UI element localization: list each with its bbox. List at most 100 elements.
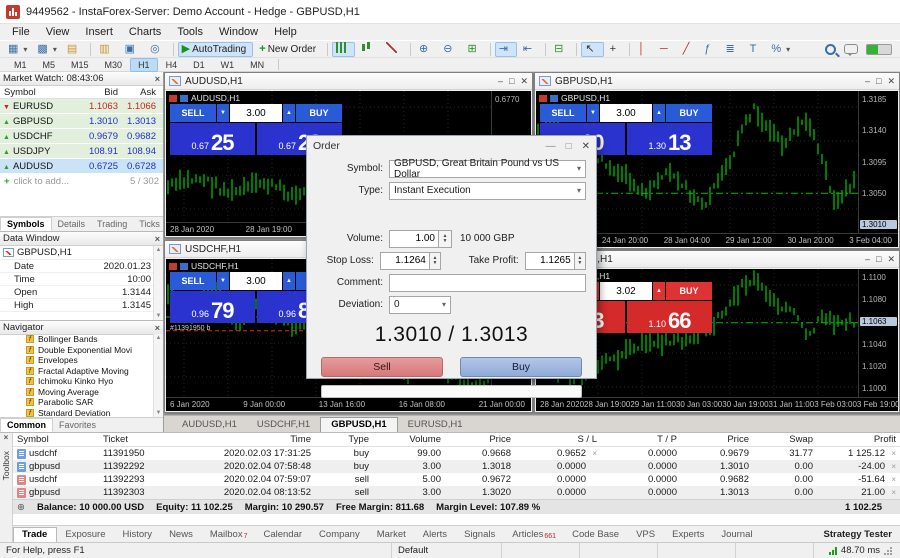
maximize-icon[interactable]: □	[509, 76, 514, 87]
bar-chart-icon[interactable]	[332, 42, 355, 57]
toolbox-tab[interactable]: Signals	[456, 528, 504, 542]
volume-up-icon[interactable]: ▲	[283, 104, 295, 122]
separator[interactable]	[90, 43, 91, 56]
toolbox-tab[interactable]: Journal	[713, 528, 761, 542]
column-header[interactable]: Symbol	[13, 434, 103, 445]
volume-input[interactable]: 3.00	[230, 272, 282, 290]
add-symbol-row[interactable]: + click to add... 5 / 302	[0, 174, 163, 189]
market-watch-tab[interactable]: Symbols	[0, 217, 52, 231]
navigator-item[interactable]: Standard Deviation	[0, 408, 153, 418]
market-watch-tab[interactable]: Details	[52, 218, 92, 230]
chart-tab[interactable]: AUDUSD,H1	[172, 418, 247, 432]
timeframe-button[interactable]: M5	[35, 58, 64, 72]
buy-button[interactable]: BUY	[666, 104, 712, 122]
toolbox-tab[interactable]: Experts	[664, 528, 713, 542]
separator[interactable]	[629, 43, 630, 56]
column-header[interactable]: Price	[677, 434, 749, 445]
market-watch-tab[interactable]: Ticks	[133, 218, 166, 230]
timeframe-button[interactable]: M15	[63, 58, 97, 72]
market-watch-tab[interactable]: Trading	[91, 218, 133, 230]
sell-button[interactable]: SELL	[170, 272, 216, 290]
column-header[interactable]: Price	[441, 434, 511, 445]
volume-up-icon[interactable]: ▲	[283, 272, 295, 290]
minimize-icon[interactable]: —	[546, 141, 556, 152]
sell-button[interactable]: Sell	[321, 357, 443, 377]
deviation-select[interactable]: 0 ▾	[389, 296, 451, 314]
sell-button[interactable]: SELL	[540, 104, 586, 122]
maximize-icon[interactable]: □	[876, 76, 881, 87]
arrange-windows-icon[interactable]: ⊟	[550, 42, 572, 57]
table-row[interactable]: gbpusd 11392303 2020.02.04 08:13:52 sell…	[13, 486, 900, 499]
timeframe-button[interactable]: M1	[6, 58, 35, 72]
toolbox-tab[interactable]: Code Base	[564, 528, 628, 542]
candle-chart-icon[interactable]	[357, 42, 380, 57]
navigator-item[interactable]: Parabolic SAR	[0, 397, 153, 408]
column-header[interactable]: Profit	[813, 434, 900, 445]
profile-selector[interactable]: Default	[392, 543, 502, 558]
timeframe-button[interactable]: H1	[130, 58, 158, 72]
data-window-icon[interactable]: ▣	[121, 42, 144, 57]
signals-icon[interactable]: ◎	[146, 42, 169, 57]
close-icon[interactable]: ×	[155, 323, 160, 333]
fibonacci-icon[interactable]: ƒ	[700, 42, 719, 57]
market-depth-icon[interactable]: ▤	[63, 42, 86, 57]
market-watch-row[interactable]: AUDUSD 0.6725 0.6728	[0, 159, 163, 174]
menu-item[interactable]: Insert	[77, 25, 121, 39]
sell-price[interactable]: 0.6725	[170, 123, 255, 155]
menu-item[interactable]: Help	[266, 25, 305, 39]
close-icon[interactable]: ✕	[887, 76, 895, 87]
navigator-item[interactable]: Double Exponential Movi	[0, 345, 153, 356]
close-icon[interactable]: ✕	[520, 76, 528, 87]
new-order-icon[interactable]: +New Order	[255, 42, 323, 57]
search-icon[interactable]	[825, 44, 836, 55]
order-dialog-titlebar[interactable]: Order — □ ✕	[307, 136, 596, 156]
navigator-item[interactable]: Envelopes	[0, 355, 153, 366]
chart-tab[interactable]: EURUSD,H1	[398, 418, 473, 432]
chart-window-titlebar[interactable]: GBPUSD,H1 –□✕	[535, 73, 899, 90]
market-watch-row[interactable]: EURUSD 1.1063 1.1066	[0, 99, 163, 114]
stop-loss-stepper[interactable]: ▲▼	[430, 252, 441, 270]
close-icon[interactable]: ✕	[887, 254, 895, 265]
separator[interactable]	[327, 43, 328, 56]
close-position-icon[interactable]: ×	[888, 449, 896, 458]
close-icon[interactable]: ×	[0, 433, 12, 442]
navigator-item[interactable]: Ichimoku Kinko Hyo	[0, 376, 153, 387]
volume-stepper[interactable]: ▲▼	[439, 230, 452, 248]
volume-up-icon[interactable]: ▲	[653, 104, 665, 122]
separator[interactable]	[410, 43, 411, 56]
resize-grip[interactable]	[884, 547, 892, 555]
comment-field[interactable]	[389, 274, 586, 292]
zoom-in-icon[interactable]: ⊕	[415, 42, 437, 57]
new-chart-icon[interactable]: ▦▾	[4, 42, 31, 57]
column-header[interactable]: Time	[183, 434, 311, 445]
volume-down-icon[interactable]: ▼	[217, 272, 229, 290]
navigator-item[interactable]: Moving Average	[0, 387, 153, 398]
take-profit-stepper[interactable]: ▲▼	[575, 252, 586, 270]
timeframe-button[interactable]: H4	[158, 58, 186, 72]
chart-tab[interactable]: USDCHF,H1	[247, 418, 320, 432]
timeframe-button[interactable]: MN	[242, 58, 272, 72]
toolbox-tab[interactable]: Mailbox7	[202, 528, 256, 542]
market-watch-row[interactable]: GBPUSD 1.3010 1.3013	[0, 114, 163, 129]
close-position-icon[interactable]: ×	[888, 462, 896, 471]
line-chart-icon[interactable]	[382, 42, 406, 57]
menu-item[interactable]: File	[4, 25, 38, 39]
buy-button[interactable]: Buy	[460, 357, 582, 377]
navigator-tab[interactable]: Favorites	[53, 419, 102, 431]
horizontal-line-icon[interactable]: ─	[656, 42, 677, 57]
buy-price[interactable]: 1.1066	[627, 301, 712, 333]
scrollbar[interactable]: ▲▼	[153, 334, 163, 417]
timeframe-button[interactable]: M30	[97, 58, 131, 72]
zoom-out-icon[interactable]: ⊖	[439, 42, 461, 57]
market-watch-row[interactable]: USDCHF 0.9679 0.9682	[0, 129, 163, 144]
tile-windows-icon[interactable]: ⊞	[463, 42, 485, 57]
table-row[interactable]: usdchf 11391950 2020.02.03 17:31:25 buy …	[13, 447, 900, 460]
channel-icon[interactable]: ≣	[721, 42, 743, 57]
column-header[interactable]: Ticket	[103, 434, 183, 445]
scrollbar[interactable]: ▲▼	[153, 246, 163, 320]
remove-sl-icon[interactable]: ×	[589, 449, 597, 458]
table-row[interactable]: gbpusd 11392292 2020.02.04 07:58:48 buy …	[13, 460, 900, 473]
maximize-icon[interactable]: □	[566, 141, 572, 152]
volume-input[interactable]: 3.00	[600, 104, 652, 122]
market-watch-icon[interactable]: ▥	[95, 42, 118, 57]
